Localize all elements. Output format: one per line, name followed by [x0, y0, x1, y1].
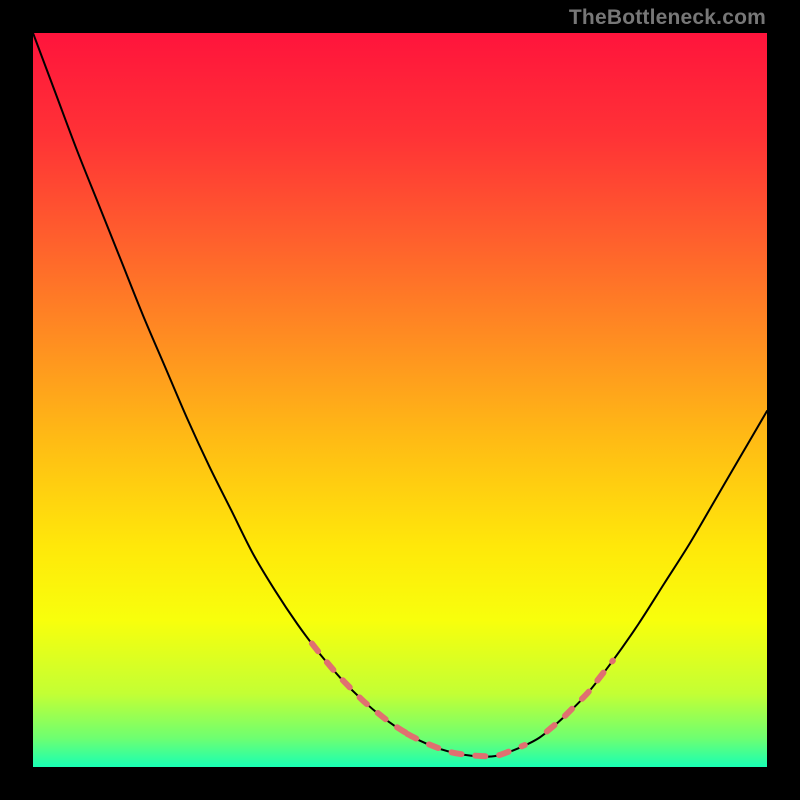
dash-segment	[407, 734, 524, 756]
plot-area	[33, 33, 767, 767]
watermark-text: TheBottleneck.com	[569, 6, 766, 30]
dash-segment	[547, 661, 613, 732]
dash-segment	[312, 643, 415, 737]
bottleneck-curve	[33, 33, 767, 757]
dashed-highlights	[312, 643, 613, 756]
curve-layer	[33, 33, 767, 767]
chart-stage: TheBottleneck.com	[0, 0, 800, 800]
